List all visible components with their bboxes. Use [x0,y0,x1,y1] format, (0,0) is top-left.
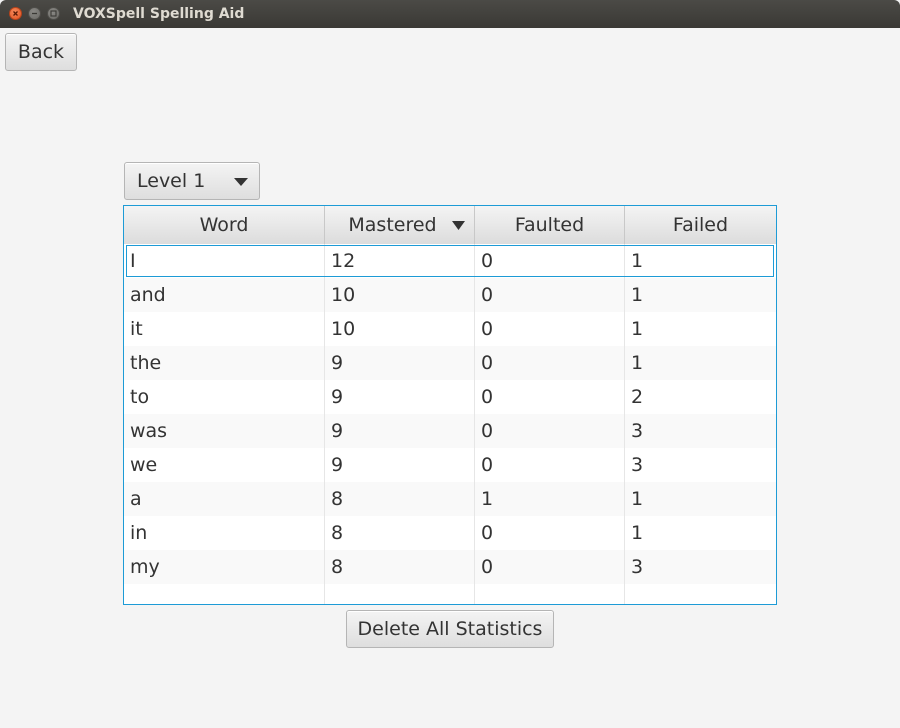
cell-failed: 2 [631,386,644,408]
cell-failed: 1 [631,284,644,306]
cell-empty [325,584,475,604]
cell-failed: 3 [631,454,644,476]
cell-failed: 1 [631,352,644,374]
cell-mastered: 9 [325,448,475,482]
table-row[interactable]: my 8 0 3 [124,550,776,584]
chevron-down-icon [234,178,248,186]
column-header-word[interactable]: Word [124,206,325,244]
column-header-faulted[interactable]: Faulted [475,206,625,244]
cell-mastered: 8 [325,516,475,550]
cell-empty [124,584,325,604]
cell-failed: 1 [631,488,644,510]
cell-word: it [124,312,325,346]
cell-mastered: 10 [325,312,475,346]
table-body: I 12 0 1 and 10 0 1 it 10 0 1 the 9 0 1 … [124,244,776,604]
cell-faulted: 0 [475,448,625,482]
cell-word: was [124,414,325,448]
cell-failed: 1 [631,318,644,340]
cell-word: my [124,550,325,584]
window-titlebar: VOXSpell Spelling Aid [0,0,900,28]
minimize-window-button[interactable] [28,7,41,20]
maximize-icon [50,10,57,17]
cell-word: to [124,380,325,414]
column-header-failed[interactable]: Failed [625,206,776,244]
cell-mastered: 8 [325,550,475,584]
cell-word: in [124,516,325,550]
table-row-empty [124,584,776,604]
table-row[interactable]: we 9 0 3 [124,448,776,482]
level-select[interactable]: Level 1 [124,162,260,200]
delete-all-statistics-button[interactable]: Delete All Statistics [346,610,554,648]
cell-mastered: 9 [325,346,475,380]
cell-faulted: 0 [475,312,625,346]
table-row[interactable]: the 9 0 1 [124,346,776,380]
cell-faulted: 0 [475,346,625,380]
window-title: VOXSpell Spelling Aid [73,6,245,22]
cell-faulted: 0 [475,550,625,584]
cell-faulted: 1 [475,482,625,516]
cell-faulted: 0 [475,414,625,448]
column-header-mastered[interactable]: Mastered [325,206,475,244]
back-button[interactable]: Back [5,33,77,71]
cell-mastered: 8 [325,482,475,516]
table-header: Word Mastered Faulted Failed [124,206,776,245]
cell-mastered: 9 [325,380,475,414]
cell-word: and [124,278,325,312]
cell-mastered: 12 [325,244,475,278]
maximize-window-button[interactable] [47,7,60,20]
statistics-table[interactable]: Word Mastered Faulted Failed I 12 0 1 an… [123,205,777,605]
cell-faulted: 0 [475,380,625,414]
cell-word: a [124,482,325,516]
table-row[interactable]: to 9 0 2 [124,380,776,414]
table-row[interactable]: in 8 0 1 [124,516,776,550]
cell-mastered: 10 [325,278,475,312]
cell-faulted: 0 [475,516,625,550]
table-row[interactable]: I 12 0 1 [124,244,776,278]
table-row[interactable]: and 10 0 1 [124,278,776,312]
table-row[interactable]: it 10 0 1 [124,312,776,346]
cell-word: we [124,448,325,482]
cell-failed: 3 [631,556,644,578]
cell-failed: 1 [631,250,644,272]
cell-faulted: 0 [475,244,625,278]
table-row[interactable]: was 9 0 3 [124,414,776,448]
close-window-button[interactable] [9,7,22,20]
close-icon [13,11,18,16]
cell-failed: 1 [631,522,644,544]
cell-failed: 3 [631,420,644,442]
minimize-icon [32,12,37,15]
table-row[interactable]: a 8 1 1 [124,482,776,516]
sort-descending-icon [452,221,465,230]
cell-empty [475,584,625,604]
level-select-value: Level 1 [137,170,206,192]
cell-word: I [124,244,325,278]
cell-empty [625,584,776,604]
cell-word: the [124,346,325,380]
cell-faulted: 0 [475,278,625,312]
cell-mastered: 9 [325,414,475,448]
